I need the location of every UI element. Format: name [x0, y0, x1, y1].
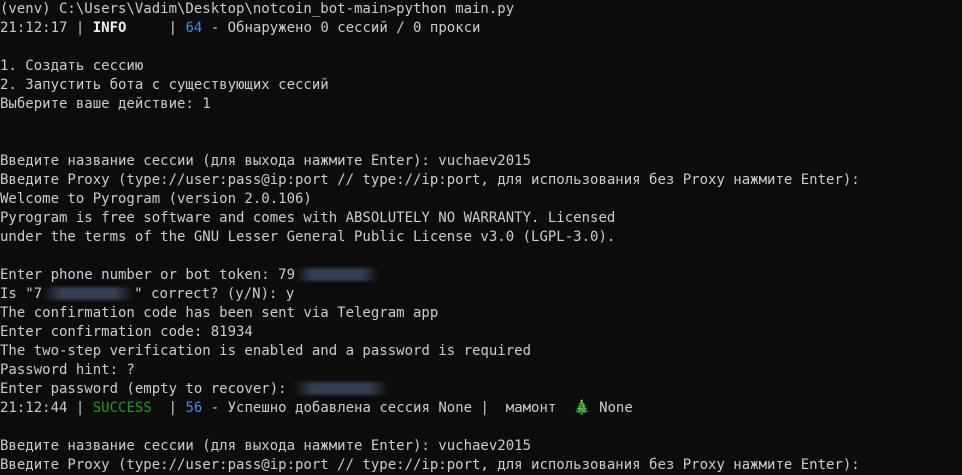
- terminal-window[interactable]: (venv) C:\Users\Vadim\Desktop\notcoin_bo…: [0, 0, 962, 475]
- code-sent-line: The confirmation code has been sent via …: [0, 305, 439, 321]
- log-level-success: SUCCESS: [92, 400, 152, 416]
- two-step-line: The two-step verification is enabled and…: [0, 343, 532, 359]
- menu-option-run: 2. Запустить бота с существующих сессий: [0, 77, 329, 93]
- log-line-info: 21:12:17 | INFO | 64 - Обнаружено 0 сесс…: [0, 19, 962, 38]
- log-time: 21:12:44: [0, 400, 68, 416]
- redacted-phone: [42, 287, 135, 300]
- log-separator: |: [67, 20, 93, 36]
- password-prompt: Enter password (empty to recover):: [0, 380, 962, 399]
- redacted-password: [292, 382, 389, 395]
- redacted-phone: [295, 268, 380, 281]
- phone-confirm-end: " correct? (y/N): y: [134, 286, 295, 302]
- code-input-line: Enter confirmation code: 81934: [0, 324, 253, 340]
- session-name-prompt: Введите название сессии (для выхода нажм…: [0, 438, 532, 454]
- pyrogram-license-1: Pyrogram is free software and comes with…: [0, 210, 616, 226]
- christmas-tree-icon: 🎄: [573, 400, 591, 416]
- log-level-info: INFO: [92, 20, 127, 36]
- menu-option-create: 1. Создать сессию: [0, 58, 144, 74]
- log-message: - Обнаружено 0 сессий / 0 прокси: [202, 20, 481, 36]
- log-separator: |: [126, 20, 186, 36]
- proxy-prompt: Введите Proxy (type://user:pass@ip:port …: [0, 172, 860, 188]
- phone-confirm-prompt: Is "7 " correct? (y/N): y: [0, 285, 962, 304]
- phone-confirm-start: Is "7: [0, 286, 43, 302]
- log-separator: |: [151, 400, 186, 416]
- command-line: (venv) C:\Users\Vadim\Desktop\notcoin_bo…: [0, 1, 515, 17]
- log-separator: |: [67, 400, 93, 416]
- log-line-success: 21:12:44 | SUCCESS | 56 - Успешно добавл…: [0, 399, 962, 418]
- pyrogram-license-2: under the terms of the GNU Lesser Genera…: [0, 229, 616, 245]
- proxy-prompt: Введите Proxy (type://user:pass@ip:port …: [0, 457, 860, 473]
- phone-prompt: Enter phone number or bot token: 79: [0, 266, 962, 285]
- password-hint-line: Password hint: ?: [0, 362, 135, 378]
- log-line-number: 64: [185, 20, 203, 36]
- action-prompt: Выберите ваше действие: 1: [0, 96, 211, 112]
- session-name-prompt: Введите название сессии (для выхода нажм…: [0, 153, 532, 169]
- log-message-tail: None: [590, 400, 633, 416]
- pyrogram-welcome: Welcome to Pyrogram (version 2.0.106): [0, 191, 312, 207]
- log-line-number: 56: [185, 400, 203, 416]
- log-message: - Успешно добавлена сессия None | мамонт: [202, 400, 574, 416]
- log-time: 21:12:17: [0, 20, 68, 36]
- phone-prompt-text: Enter phone number or bot token: 79: [0, 267, 296, 283]
- password-prompt-text: Enter password (empty to recover):: [0, 381, 287, 397]
